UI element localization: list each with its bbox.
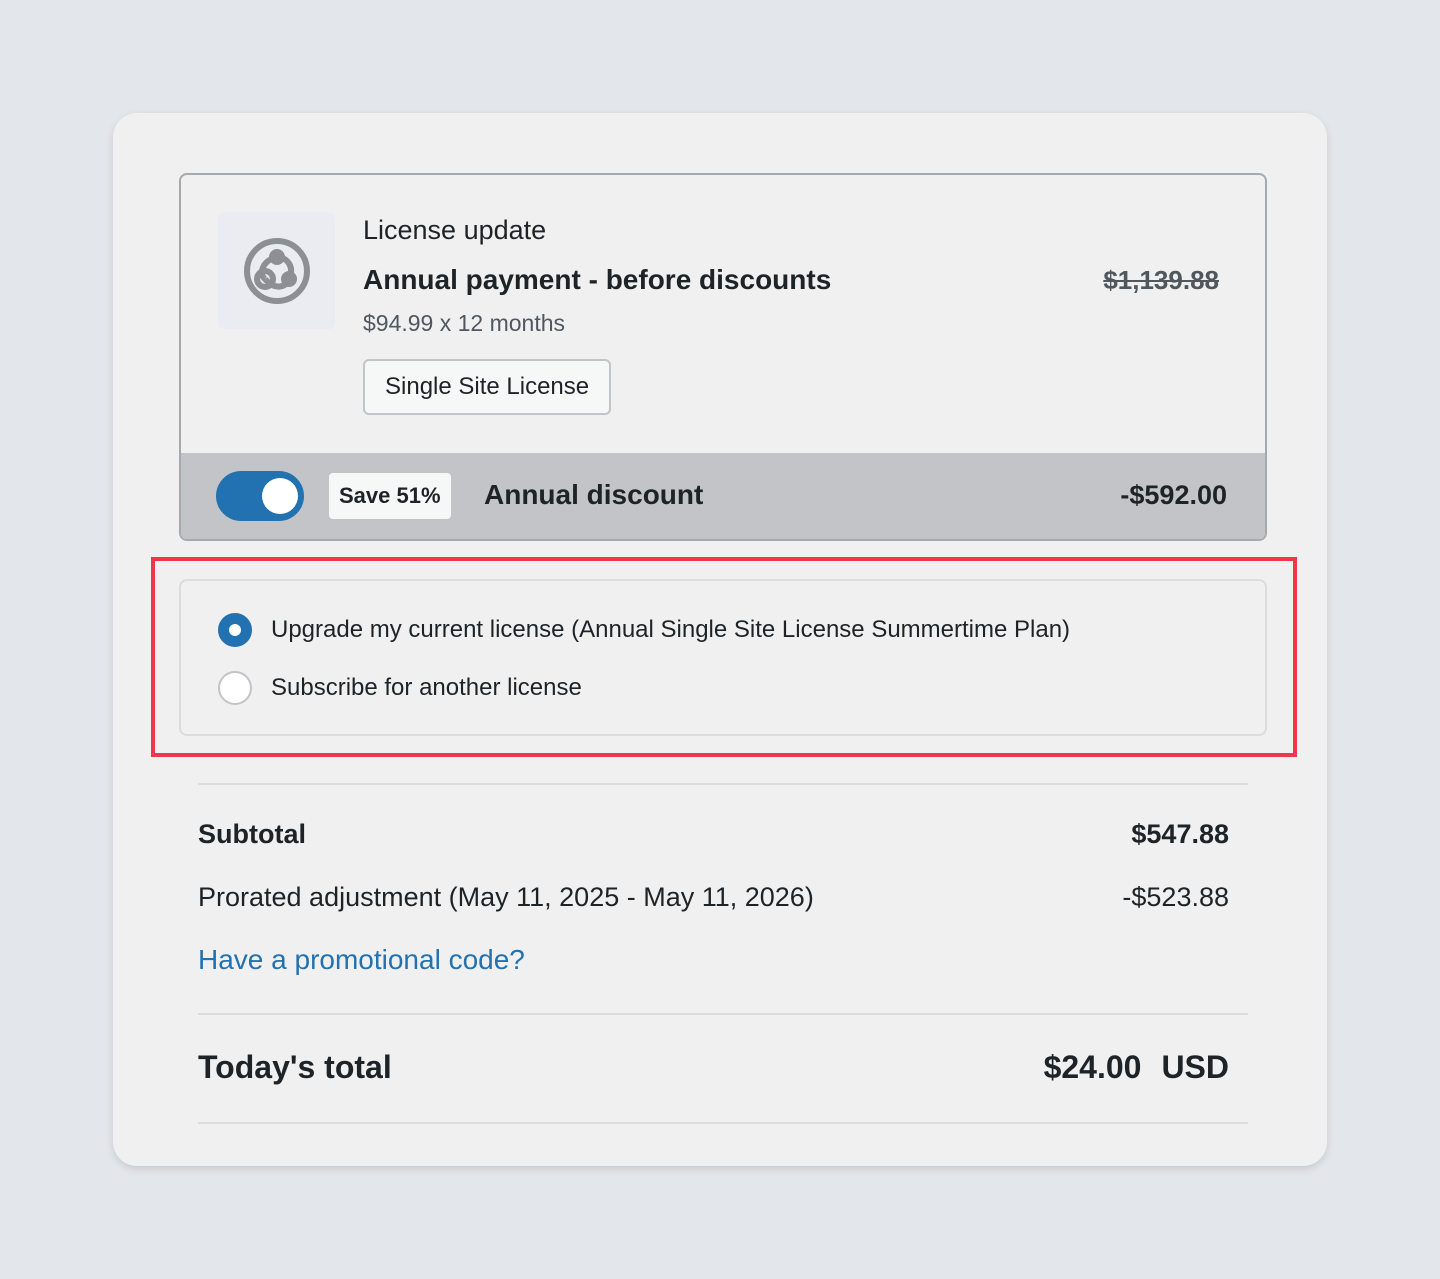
plan-selector-button[interactable]: Single Site License [363,359,612,415]
product-price-breakdown: $94.99 x 12 months [363,310,566,336]
new-license-label: Subscribe for another license [271,674,582,701]
subtotal-label: Subtotal [198,819,306,849]
divider [198,1122,1248,1124]
plugin-logo-icon [218,212,335,329]
toggle-knob [262,478,298,514]
divider [198,1013,1248,1015]
upgrade-license-label: Upgrade my current license (Annual Singl… [271,616,1071,643]
annual-discount-toggle[interactable] [216,471,304,521]
promo-code-link[interactable]: Have a promotional code? [198,944,525,976]
new-license-radio[interactable] [218,671,252,705]
upgrade-license-radio[interactable] [218,613,252,647]
new-license-option[interactable]: Subscribe for another license [218,671,582,705]
save-badge: Save 51% [329,473,451,519]
total-currency: USD [1161,1049,1229,1085]
total-value: $24.00 [1043,1049,1142,1085]
checkout-card: License update Annual payment - before d… [113,113,1327,1166]
discount-label: Annual discount [484,479,704,510]
total-label: Today's total [198,1049,392,1085]
product-title: Annual payment - before discounts [363,264,832,295]
product-summary: License update Annual payment - before d… [179,173,1267,541]
total-amount: $24.00 USD [1044,1049,1229,1086]
subtotal-value: $547.88 [1131,819,1229,849]
product-eyebrow: License update [363,215,547,245]
annual-discount-bar: Save 51% Annual discount -$592.00 [181,453,1265,539]
original-price: $1,139.88 [1103,265,1219,295]
prorated-label: Prorated adjustment (May 11, 2025 - May … [198,882,814,912]
product-details: License update Annual payment - before d… [181,175,1265,453]
upgrade-license-option[interactable]: Upgrade my current license (Annual Singl… [218,613,1070,647]
divider [198,783,1248,785]
discount-amount: -$592.00 [1120,480,1227,510]
prorated-value: -$523.88 [1122,882,1229,912]
license-options: Upgrade my current license (Annual Singl… [179,579,1267,736]
